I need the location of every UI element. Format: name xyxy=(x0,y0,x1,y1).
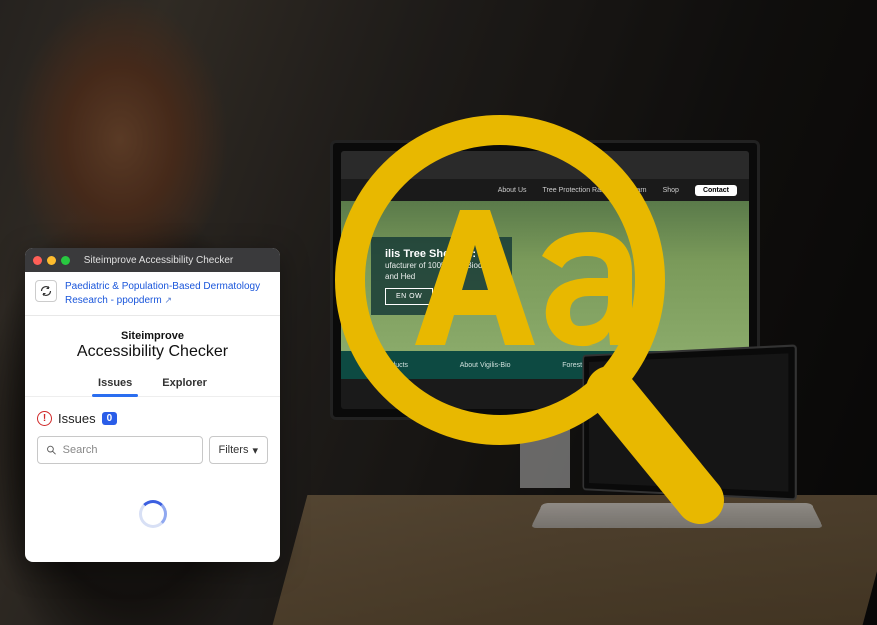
brand-name: Siteimprove xyxy=(25,330,280,342)
current-page-link-text: Paediatric & Population-Based Dermatolog… xyxy=(65,281,260,306)
refresh-button[interactable] xyxy=(35,280,57,302)
issues-header: ! Issues 0 xyxy=(25,397,280,436)
laptop-keyboard xyxy=(531,503,824,528)
search-filter-row: Filters ▾ xyxy=(25,436,280,472)
window-title: Siteimprove Accessibility Checker xyxy=(75,255,242,266)
window-titlebar: Siteimprove Accessibility Checker xyxy=(25,248,280,272)
external-link-icon: ↗ xyxy=(165,295,173,305)
alert-icon: ! xyxy=(37,411,52,426)
refresh-icon xyxy=(40,285,52,297)
search-icon xyxy=(46,444,57,456)
minimize-window-button[interactable] xyxy=(47,256,56,265)
nav-about: About Us xyxy=(498,187,527,194)
nav-learn: Learn xyxy=(629,187,647,194)
laptop-screen xyxy=(583,344,797,500)
close-window-button[interactable] xyxy=(33,256,42,265)
search-input[interactable] xyxy=(63,444,194,456)
browser-tab-bar xyxy=(341,151,749,179)
hero-title: ilis Tree Shelters: xyxy=(385,247,498,261)
zoom-window-button[interactable] xyxy=(61,256,70,265)
loading-area xyxy=(25,472,280,562)
current-page-row: Paediatric & Population-Based Dermatolog… xyxy=(25,272,280,316)
laptop xyxy=(537,350,817,540)
accessibility-checker-panel: Siteimprove Accessibility Checker Paedia… xyxy=(25,248,280,562)
hero-subtitle-1: ufacturer of 100% Soil-Biodegra xyxy=(385,261,498,271)
hero-cta-button: EN OW xyxy=(385,288,433,305)
tab-issues[interactable]: Issues xyxy=(96,371,134,396)
search-box[interactable] xyxy=(37,436,203,464)
product-name: Accessibility Checker xyxy=(25,343,280,361)
site-tab-2: About Vigilis-Bio xyxy=(460,362,511,369)
filters-label: Filters xyxy=(219,444,249,456)
tab-explorer[interactable]: Explorer xyxy=(160,371,209,396)
issues-label: Issues xyxy=(58,411,96,426)
brand-heading: Siteimprove Accessibility Checker xyxy=(25,316,280,371)
site-nav: About Us Tree Protection Range Learn Sho… xyxy=(341,179,749,201)
chevron-down-icon: ▾ xyxy=(252,444,258,457)
filters-button[interactable]: Filters ▾ xyxy=(209,436,268,464)
loading-spinner-icon xyxy=(139,500,167,528)
nav-shop: Shop xyxy=(663,187,679,194)
hero-subtitle-2: and Hed xyxy=(385,272,498,282)
current-page-link[interactable]: Paediatric & Population-Based Dermatolog… xyxy=(65,280,270,307)
panel-tabs: Issues Explorer xyxy=(25,371,280,397)
nav-contact-button: Contact xyxy=(695,185,737,196)
issues-count-badge: 0 xyxy=(102,412,118,425)
site-tab-1: Our Products xyxy=(367,362,408,369)
hero: ilis Tree Shelters: ufacturer of 100% So… xyxy=(341,201,749,351)
nav-range: Tree Protection Range xyxy=(543,187,613,194)
laptop-code-editor xyxy=(589,353,788,491)
hero-text-box: ilis Tree Shelters: ufacturer of 100% So… xyxy=(371,237,512,315)
